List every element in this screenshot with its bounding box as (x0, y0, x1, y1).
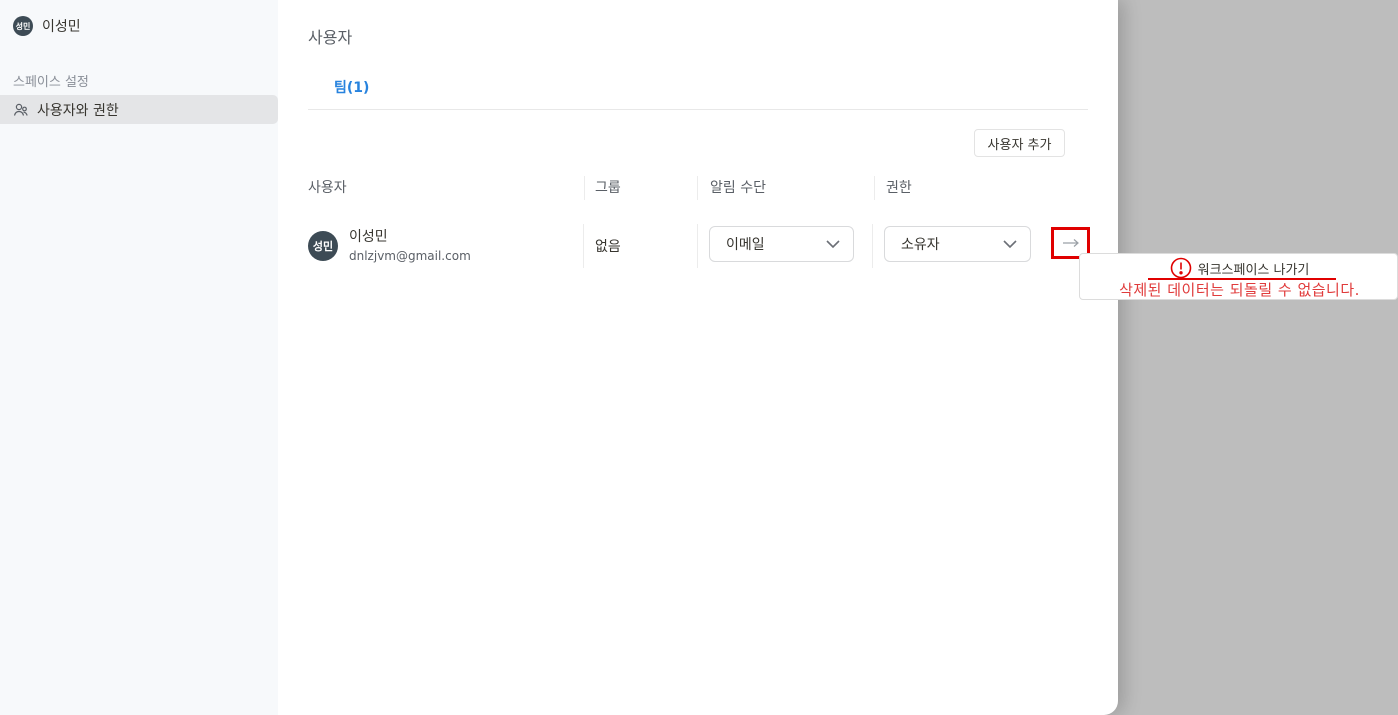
column-divider (697, 224, 698, 268)
arrow-right-icon (1062, 238, 1080, 248)
user-group: 없음 (595, 239, 621, 255)
column-header-notification: 알림 수단 (710, 180, 766, 196)
column-divider (583, 224, 584, 268)
column-header-role: 권한 (886, 180, 912, 196)
avatar: 성민 (13, 16, 33, 36)
settings-sidebar: 성민 이성민 스페이스 설정 사용자와 권한 (0, 0, 278, 715)
column-divider (872, 224, 873, 268)
notification-select-value: 이메일 (726, 237, 765, 253)
column-divider (697, 176, 698, 200)
role-select[interactable]: 소유자 (884, 226, 1031, 262)
leave-workspace-tooltip: 워크스페이스 나가기 삭제된 데이터는 되돌릴 수 없습니다. (1079, 253, 1398, 300)
tab-bar: 팀(1) (308, 68, 1088, 110)
column-divider (584, 176, 585, 200)
page-title: 사용자 (308, 28, 353, 47)
notification-select[interactable]: 이메일 (709, 226, 854, 262)
column-divider (874, 176, 875, 200)
chevron-down-icon (825, 236, 841, 252)
sidebar-section-label: 스페이스 설정 (13, 75, 89, 90)
column-header-user: 사용자 (308, 180, 347, 196)
sidebar-user: 성민 이성민 (13, 16, 81, 36)
user-email: dnlzjvm@gmail.com (349, 249, 471, 263)
main-content: 사용자 팀(1) 사용자 추가 사용자 그룹 알림 수단 권한 성민 이성민 d… (308, 0, 1090, 715)
tooltip-title: 워크스페이스 나가기 (1197, 262, 1310, 278)
sidebar-item-users-permissions[interactable]: 사용자와 권한 (0, 95, 278, 124)
sidebar-item-label: 사용자와 권한 (37, 102, 119, 119)
user-name: 이성민 (349, 229, 388, 245)
tooltip-header: 워크스페이스 나가기 (1080, 257, 1398, 279)
alert-circle-icon (1170, 257, 1192, 279)
tooltip-description: 삭제된 데이터는 되돌릴 수 없습니다. (1119, 281, 1360, 299)
chevron-down-icon (1002, 236, 1018, 252)
tab-team[interactable]: 팀(1) (334, 77, 369, 97)
column-header-group: 그룹 (595, 180, 621, 196)
avatar: 성민 (308, 231, 338, 261)
settings-modal: 성민 이성민 스페이스 설정 사용자와 권한 사용자 팀(1) 사용자 추가 사… (0, 0, 1118, 715)
sidebar-user-name: 이성민 (42, 19, 81, 35)
role-select-value: 소유자 (901, 237, 940, 253)
users-icon (13, 102, 29, 118)
add-user-button[interactable]: 사용자 추가 (974, 129, 1065, 157)
